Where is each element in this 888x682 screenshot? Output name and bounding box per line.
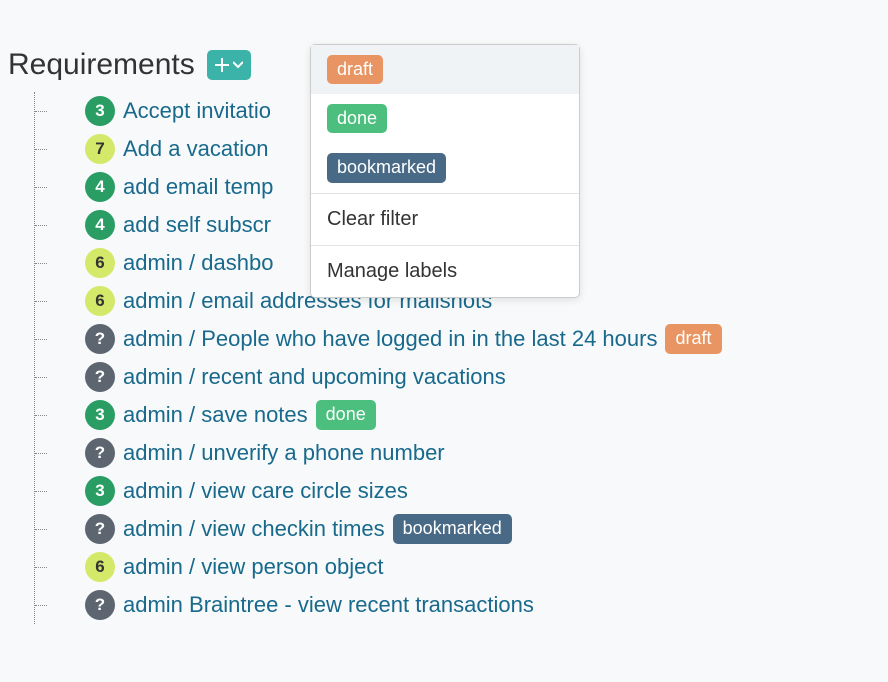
item-title[interactable]: admin Braintree - view recent transactio…: [123, 592, 534, 618]
plus-icon: [215, 58, 229, 72]
tree-item[interactable]: ? admin Braintree - view recent transacti…: [45, 586, 880, 624]
priority-badge: ?: [85, 590, 115, 620]
priority-badge: 3: [85, 96, 115, 126]
tree-item[interactable]: 6 admin / view person object: [45, 548, 880, 586]
item-title[interactable]: admin / view checkin times: [123, 516, 385, 542]
item-title[interactable]: admin / view person object: [123, 554, 383, 580]
item-title[interactable]: add self subscr: [123, 212, 271, 238]
priority-badge: 7: [85, 134, 115, 164]
priority-badge: 3: [85, 400, 115, 430]
filter-dropdown: draft done bookmarked Clear filter Manage …: [310, 44, 580, 298]
add-button[interactable]: [207, 50, 251, 80]
tree-item[interactable]: 3 admin / view care circle sizes: [45, 472, 880, 510]
clear-filter-action[interactable]: Clear filter: [311, 194, 579, 245]
tree-item[interactable]: ? admin / unverify a phone number: [45, 434, 880, 472]
tree-item[interactable]: ? admin / recent and upcoming vacations: [45, 358, 880, 396]
priority-badge: 4: [85, 172, 115, 202]
item-title[interactable]: admin / recent and upcoming vacations: [123, 364, 506, 390]
draft-tag: draft: [327, 55, 383, 84]
item-title[interactable]: Accept invitatio: [123, 98, 271, 124]
bookmarked-tag: bookmarked: [327, 153, 446, 182]
filter-label-done[interactable]: done: [311, 94, 579, 143]
bookmarked-tag: bookmarked: [393, 514, 512, 543]
priority-badge: 6: [85, 248, 115, 278]
draft-tag: draft: [665, 324, 721, 353]
priority-badge: 6: [85, 552, 115, 582]
priority-badge: ?: [85, 438, 115, 468]
done-tag: done: [327, 104, 387, 133]
item-title[interactable]: admin / People who have logged in in the…: [123, 326, 657, 352]
tree-item[interactable]: ? admin / view checkin times bookmarked: [45, 510, 880, 548]
priority-badge: 6: [85, 286, 115, 316]
priority-badge: ?: [85, 362, 115, 392]
priority-badge: ?: [85, 324, 115, 354]
item-title[interactable]: admin / save notes: [123, 402, 308, 428]
priority-badge: 4: [85, 210, 115, 240]
tree-item[interactable]: ? admin / People who have logged in in th…: [45, 320, 880, 358]
priority-badge: 3: [85, 476, 115, 506]
item-title[interactable]: add email temp: [123, 174, 273, 200]
item-title[interactable]: admin / view care circle sizes: [123, 478, 408, 504]
chevron-down-icon: [233, 61, 243, 69]
page-title: Requirements: [8, 48, 195, 82]
filter-label-bookmarked[interactable]: bookmarked: [311, 143, 579, 192]
tree-item[interactable]: 3 admin / save notes done: [45, 396, 880, 434]
item-title[interactable]: admin / unverify a phone number: [123, 440, 445, 466]
filter-label-draft[interactable]: draft: [311, 45, 579, 94]
done-tag: done: [316, 400, 376, 429]
priority-badge: ?: [85, 514, 115, 544]
item-title[interactable]: admin / dashbo: [123, 250, 273, 276]
manage-labels-action[interactable]: Manage labels: [311, 246, 579, 297]
item-title[interactable]: Add a vacation: [123, 136, 269, 162]
